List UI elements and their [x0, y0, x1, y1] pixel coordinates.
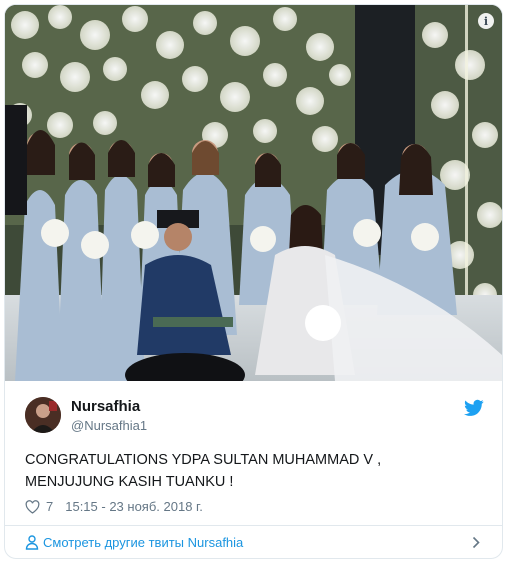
more-tweets-label: Смотреть другие твиты Nursafhia — [43, 535, 244, 550]
person-icon — [25, 535, 39, 550]
tweet-timestamp[interactable]: 15:15 - 23 нояб. 2018 г. — [65, 499, 203, 514]
tweet-text: CONGRATULATIONS YDPA SULTAN MUHAMMAD V ,… — [25, 452, 382, 490]
display-name[interactable]: Nursafhia — [71, 398, 140, 415]
avatar[interactable] — [25, 397, 61, 433]
chevron-right-icon — [472, 536, 480, 549]
heart-icon[interactable] — [25, 499, 40, 514]
avatar-image — [25, 397, 61, 433]
info-icon[interactable]: i — [478, 13, 494, 29]
user-handle[interactable]: @Nursafhia1 — [71, 418, 147, 433]
tweet-meta: 7 15:15 - 23 нояб. 2018 г. — [25, 499, 203, 514]
embedded-tweet-card: i Nursafhia @Nursafhia1 CONGRATULATIONS … — [4, 4, 503, 559]
like-count: 7 — [46, 499, 54, 514]
wedding-photo[interactable]: i — [5, 5, 502, 381]
twitter-bird-icon[interactable] — [464, 399, 484, 417]
more-tweets-link[interactable]: Смотреть другие твиты Nursafhia — [5, 526, 502, 558]
wedding-photo-image — [5, 5, 502, 381]
